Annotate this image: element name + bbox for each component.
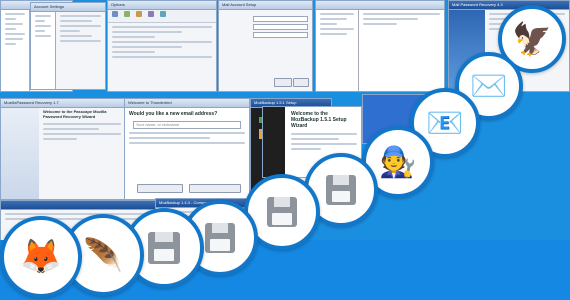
window-titlebar: Options xyxy=(108,1,216,10)
window-thumb-5[interactable] xyxy=(315,0,445,92)
window-titlebar: Mail Account Setup xyxy=(219,1,312,10)
window-options[interactable]: Options xyxy=(107,0,217,92)
window-titlebar xyxy=(316,1,444,10)
window-titlebar: Mail Password Recovery 4.3 xyxy=(449,1,569,10)
window-account-settings[interactable]: Account Settings xyxy=(30,2,106,90)
new-email-heading: Would you like a new email address? xyxy=(129,111,218,117)
use-existing-button[interactable] xyxy=(189,184,241,193)
firefox-backup-icon[interactable]: 🦊 xyxy=(0,216,82,298)
name-input[interactable]: Your name, or nickname xyxy=(133,121,241,129)
continue-button[interactable] xyxy=(274,78,292,87)
window-mozilla-password-recovery[interactable]: MozillaPassword Recovery 1.7 Welcome to … xyxy=(0,98,126,200)
window-welcome-to-thunderbird[interactable]: Welcome to Thunderbird Would you like a … xyxy=(124,98,250,200)
window-titlebar: Account Settings xyxy=(31,3,105,12)
window-mail-account-setup[interactable]: Mail Account Setup xyxy=(218,0,313,92)
skip-button[interactable] xyxy=(137,184,183,193)
cancel-button[interactable] xyxy=(293,78,309,87)
window-titlebar: MozillaPassword Recovery 1.7 xyxy=(1,99,125,108)
setup-heading: Welcome to the MozBackup 1.5.1 Setup Wiz… xyxy=(291,111,347,129)
window-titlebar: Welcome to Thunderbird xyxy=(125,99,249,108)
wizard-heading: Welcome to the Passcape Mozilla Password… xyxy=(43,109,107,119)
